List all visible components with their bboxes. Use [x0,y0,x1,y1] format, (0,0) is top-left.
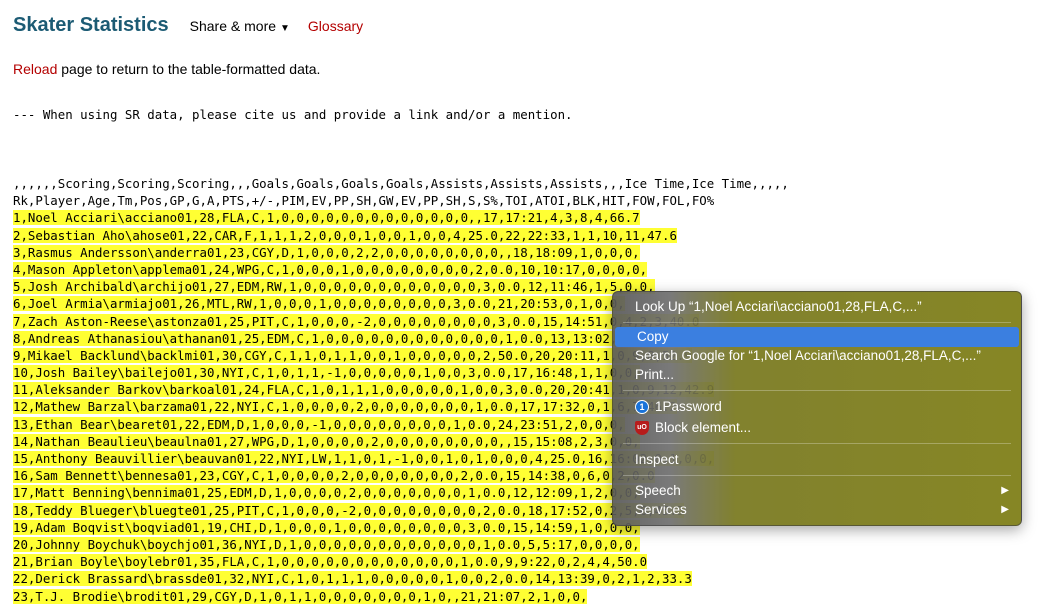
page-title: Skater Statistics [13,14,169,36]
ublock-shield-icon: uO [635,421,649,435]
page-header: Skater Statistics Share & more ▼ Glossary [13,14,363,42]
glossary-link[interactable]: Glossary [308,18,363,34]
onepassword-icon: 1 [635,400,649,414]
csv-row: 22,Derick Brassard\brassde01,32,NYI,C,1,… [13,571,692,587]
menu-item-label: Speech [635,483,681,498]
menu-item-label: Block element... [655,420,752,435]
share-more-label: Share & more [189,18,277,34]
csv-header-line: Rk,Player,Age,Tm,Pos,GP,G,A,PTS,+/-,PIM,… [13,193,715,209]
submenu-arrow-icon: ▶ [1001,485,1009,496]
csv-row: 2,Sebastian Aho\ahose01,22,CAR,F,1,1,1,2… [13,227,677,243]
context-menu: Look Up “1,Noel Acciari\acciano01,28,FLA… [612,291,1022,526]
menu-item-label: Services [635,502,687,517]
menu-separator [623,443,1011,444]
csv-row: 4,Mason Appleton\applema01,24,WPG,C,1,0,… [13,261,648,277]
reload-text: page to return to the table-formatted da… [57,61,321,77]
menu-item-1password[interactable]: 1 1Password [613,397,1021,417]
caret-down-icon: ▼ [280,23,290,34]
menu-separator [623,475,1011,476]
menu-item-copy[interactable]: Copy [615,327,1019,347]
citation-note: --- When using SR data, please cite us a… [13,107,573,122]
reload-notice: Reload page to return to the table-forma… [13,61,320,77]
share-more-dropdown[interactable]: Share & more ▼ [190,18,290,34]
menu-separator [623,322,1011,323]
menu-separator [623,390,1011,391]
menu-item-services[interactable]: Services ▶ [613,500,1021,520]
submenu-arrow-icon: ▶ [1001,504,1009,515]
csv-row: 1,Noel Acciari\acciano01,28,FLA,C,1,0,0,… [13,210,640,226]
csv-row: 20,Johnny Boychuk\boychjo01,36,NYI,D,1,0… [13,536,640,552]
menu-item-label: 1Password [655,399,722,414]
csv-row: 3,Rasmus Andersson\anderra01,23,CGY,D,1,… [13,244,640,260]
csv-row: 23,T.J. Brodie\brodit01,29,CGY,D,1,0,1,1… [13,588,588,604]
menu-item-inspect[interactable]: Inspect [613,450,1021,470]
menu-item-look-up[interactable]: Look Up “1,Noel Acciari\acciano01,28,FLA… [613,297,1021,317]
csv-row: 21,Brian Boyle\boylebr01,35,FLA,C,1,0,0,… [13,554,648,570]
menu-item-block-element[interactable]: uO Block element... [613,418,1021,438]
menu-item-print[interactable]: Print... [613,365,1021,385]
menu-item-speech[interactable]: Speech ▶ [613,481,1021,501]
reload-link[interactable]: Reload [13,61,57,77]
menu-item-search-google[interactable]: Search Google for “1,Noel Acciari\accian… [613,346,1021,366]
csv-header-line: ,,,,,,Scoring,Scoring,Scoring,,,Goals,Go… [13,176,789,191]
